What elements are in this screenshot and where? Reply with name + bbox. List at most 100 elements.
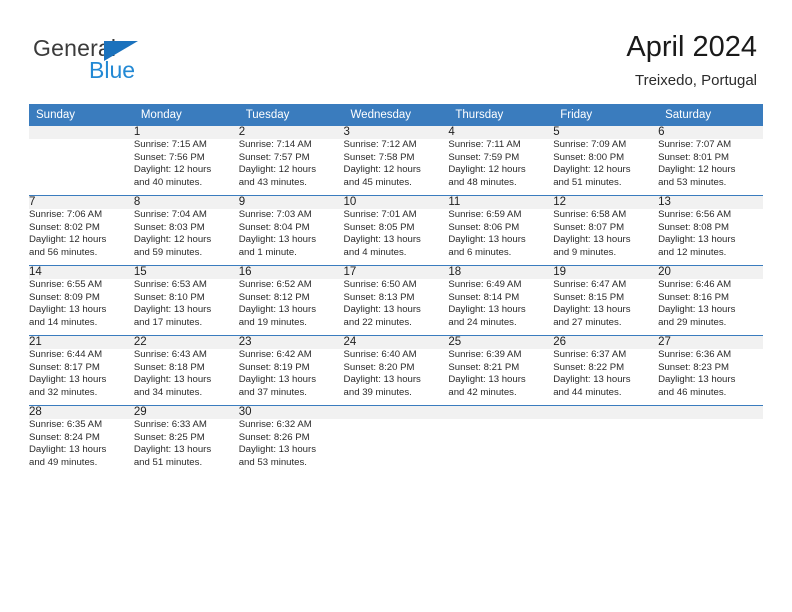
sunrise-text: Sunrise: 6:36 AM xyxy=(658,349,732,360)
day-number[interactable]: 8 xyxy=(133,196,239,209)
day-number[interactable]: 20 xyxy=(658,266,763,279)
day-number[interactable]: 17 xyxy=(343,266,449,279)
page-title: April 2024 xyxy=(626,31,757,63)
sunrise-text: Sunrise: 6:46 AM xyxy=(658,279,732,290)
daylight-text-line2: and 44 minutes. xyxy=(553,386,622,398)
day-number[interactable]: 9 xyxy=(238,196,344,209)
daylight-text-line1: Daylight: 13 hours xyxy=(553,304,631,316)
daylight-text-line2: and 40 minutes. xyxy=(133,176,203,188)
daylight-text-line1: Daylight: 13 hours xyxy=(29,444,107,456)
daylight-text-line2: and 12 minutes. xyxy=(658,246,727,258)
daylight-text-line2: and 17 minutes. xyxy=(133,316,203,328)
weekday-header-wednesday: Wednesday xyxy=(343,104,449,126)
daylight-text-line2: and 4 minutes. xyxy=(343,246,407,258)
day-number[interactable]: 16 xyxy=(238,266,344,279)
sunrise-text: Sunrise: 7:15 AM xyxy=(133,139,207,150)
sunrise-text: Sunrise: 7:04 AM xyxy=(133,209,207,220)
day-number[interactable]: 1 xyxy=(133,126,239,139)
sunrise-text: Sunrise: 7:12 AM xyxy=(343,139,417,150)
sunset-text: Sunset: 8:24 PM xyxy=(29,431,100,443)
day-number[interactable]: 6 xyxy=(658,126,763,139)
sunset-text: Sunset: 8:00 PM xyxy=(553,151,625,163)
calendar-header-row: Sunday Monday Tuesday Wednesday Thursday… xyxy=(29,104,763,126)
brand-name-blue: Blue xyxy=(89,57,136,83)
sunset-text: Sunset: 8:25 PM xyxy=(133,431,205,443)
day-number[interactable]: 7 xyxy=(29,196,134,209)
day-number[interactable]: 12 xyxy=(553,196,659,209)
daylight-text-line2: and 56 minutes. xyxy=(29,246,98,258)
day-number[interactable]: 22 xyxy=(133,336,239,349)
day-details: Sunrise: 7:12 AM Sunset: 7:58 PM Daylight:… xyxy=(344,139,449,195)
sunset-text: Sunset: 8:26 PM xyxy=(238,431,310,443)
day-number[interactable]: 2 xyxy=(238,126,344,139)
day-details: Sunrise: 6:35 AM Sunset: 8:24 PM Daylight:… xyxy=(29,419,134,475)
day-number[interactable]: 25 xyxy=(448,336,554,349)
day-details: Sunrise: 6:59 AM Sunset: 8:06 PM Daylight:… xyxy=(448,209,553,265)
day-number[interactable]: 24 xyxy=(343,336,449,349)
day-number[interactable]: 28 xyxy=(29,406,134,419)
sunset-text: Sunset: 8:22 PM xyxy=(553,361,625,373)
day-details-row: Sunrise: 6:55 AM Sunset: 8:09 PM Daylight:… xyxy=(29,279,763,335)
daylight-text-line1: Daylight: 13 hours xyxy=(553,374,631,386)
brand-logo[interactable]: General Blue xyxy=(33,36,263,92)
sunrise-text: Sunrise: 7:09 AM xyxy=(553,139,627,150)
sunset-text: Sunset: 8:14 PM xyxy=(448,291,520,303)
day-number-row: 21 22 23 24 25 26 27 xyxy=(29,336,763,349)
sunrise-text: Sunrise: 7:14 AM xyxy=(238,139,312,150)
sunrise-text: Sunrise: 6:42 AM xyxy=(238,349,312,360)
day-number[interactable]: 27 xyxy=(658,336,763,349)
day-details-empty xyxy=(343,419,449,475)
day-number[interactable]: 13 xyxy=(658,196,763,209)
daylight-text-line2: and 27 minutes. xyxy=(553,316,622,328)
sunset-text: Sunset: 8:21 PM xyxy=(448,361,520,373)
daylight-text-line1: Daylight: 13 hours xyxy=(29,374,107,386)
day-number[interactable]: 5 xyxy=(553,126,659,139)
sunset-text: Sunset: 7:57 PM xyxy=(238,151,310,163)
day-number[interactable]: 15 xyxy=(133,266,239,279)
day-details: Sunrise: 6:58 AM Sunset: 8:07 PM Daylight:… xyxy=(553,209,658,265)
day-number[interactable]: 26 xyxy=(553,336,659,349)
daylight-text-line2: and 59 minutes. xyxy=(133,246,203,258)
day-number-empty xyxy=(658,406,763,419)
daylight-text-line2: and 53 minutes. xyxy=(238,456,307,468)
sunrise-text: Sunrise: 6:58 AM xyxy=(553,209,627,220)
day-details-row: Sunrise: 6:35 AM Sunset: 8:24 PM Daylight:… xyxy=(29,419,763,475)
sunset-text: Sunset: 8:12 PM xyxy=(238,291,310,303)
day-details: Sunrise: 6:39 AM Sunset: 8:21 PM Daylight:… xyxy=(448,349,553,405)
day-number[interactable]: 3 xyxy=(343,126,449,139)
daylight-text-line1: Daylight: 13 hours xyxy=(238,374,317,386)
daylight-text-line2: and 46 minutes. xyxy=(658,386,727,398)
day-number-empty xyxy=(29,126,134,139)
day-number[interactable]: 21 xyxy=(29,336,134,349)
day-number[interactable]: 11 xyxy=(448,196,554,209)
day-number-row: 123456 xyxy=(29,126,763,139)
sunset-text: Sunset: 7:58 PM xyxy=(343,151,415,163)
day-number-row: 7 8 9 10 11 12 13 xyxy=(29,196,763,209)
day-number[interactable]: 10 xyxy=(343,196,449,209)
day-number[interactable]: 23 xyxy=(238,336,344,349)
day-details: Sunrise: 6:32 AM Sunset: 8:26 PM Daylight:… xyxy=(239,419,344,475)
sunset-text: Sunset: 8:04 PM xyxy=(238,221,310,233)
day-number[interactable]: 19 xyxy=(553,266,659,279)
sunrise-text: Sunrise: 6:47 AM xyxy=(553,279,627,290)
daylight-text-line1: Daylight: 13 hours xyxy=(448,304,526,316)
location-subtitle: Treixedo, Portugal xyxy=(634,72,757,89)
sunrise-text: Sunrise: 6:56 AM xyxy=(658,209,732,220)
sunset-text: Sunset: 8:08 PM xyxy=(658,221,729,233)
daylight-text-line1: Daylight: 13 hours xyxy=(133,374,212,386)
daylight-text-line2: and 9 minutes. xyxy=(553,246,617,258)
day-number[interactable]: 4 xyxy=(448,126,554,139)
daylight-text-line2: and 37 minutes. xyxy=(238,386,307,398)
sunrise-text: Sunrise: 6:53 AM xyxy=(133,279,207,290)
daylight-text-line2: and 1 minute. xyxy=(238,246,297,258)
sunset-text: Sunset: 8:23 PM xyxy=(658,361,729,373)
daylight-text-line2: and 34 minutes. xyxy=(133,386,203,398)
sunrise-text: Sunrise: 6:33 AM xyxy=(133,419,207,430)
day-details: Sunrise: 7:15 AM Sunset: 7:56 PM Daylight:… xyxy=(134,139,239,195)
day-number[interactable]: 29 xyxy=(133,406,239,419)
day-details: Sunrise: 6:37 AM Sunset: 8:22 PM Daylight:… xyxy=(553,349,658,405)
day-number[interactable]: 14 xyxy=(29,266,134,279)
sunrise-text: Sunrise: 6:35 AM xyxy=(29,419,103,430)
day-number[interactable]: 18 xyxy=(448,266,554,279)
day-number[interactable]: 30 xyxy=(238,406,344,419)
